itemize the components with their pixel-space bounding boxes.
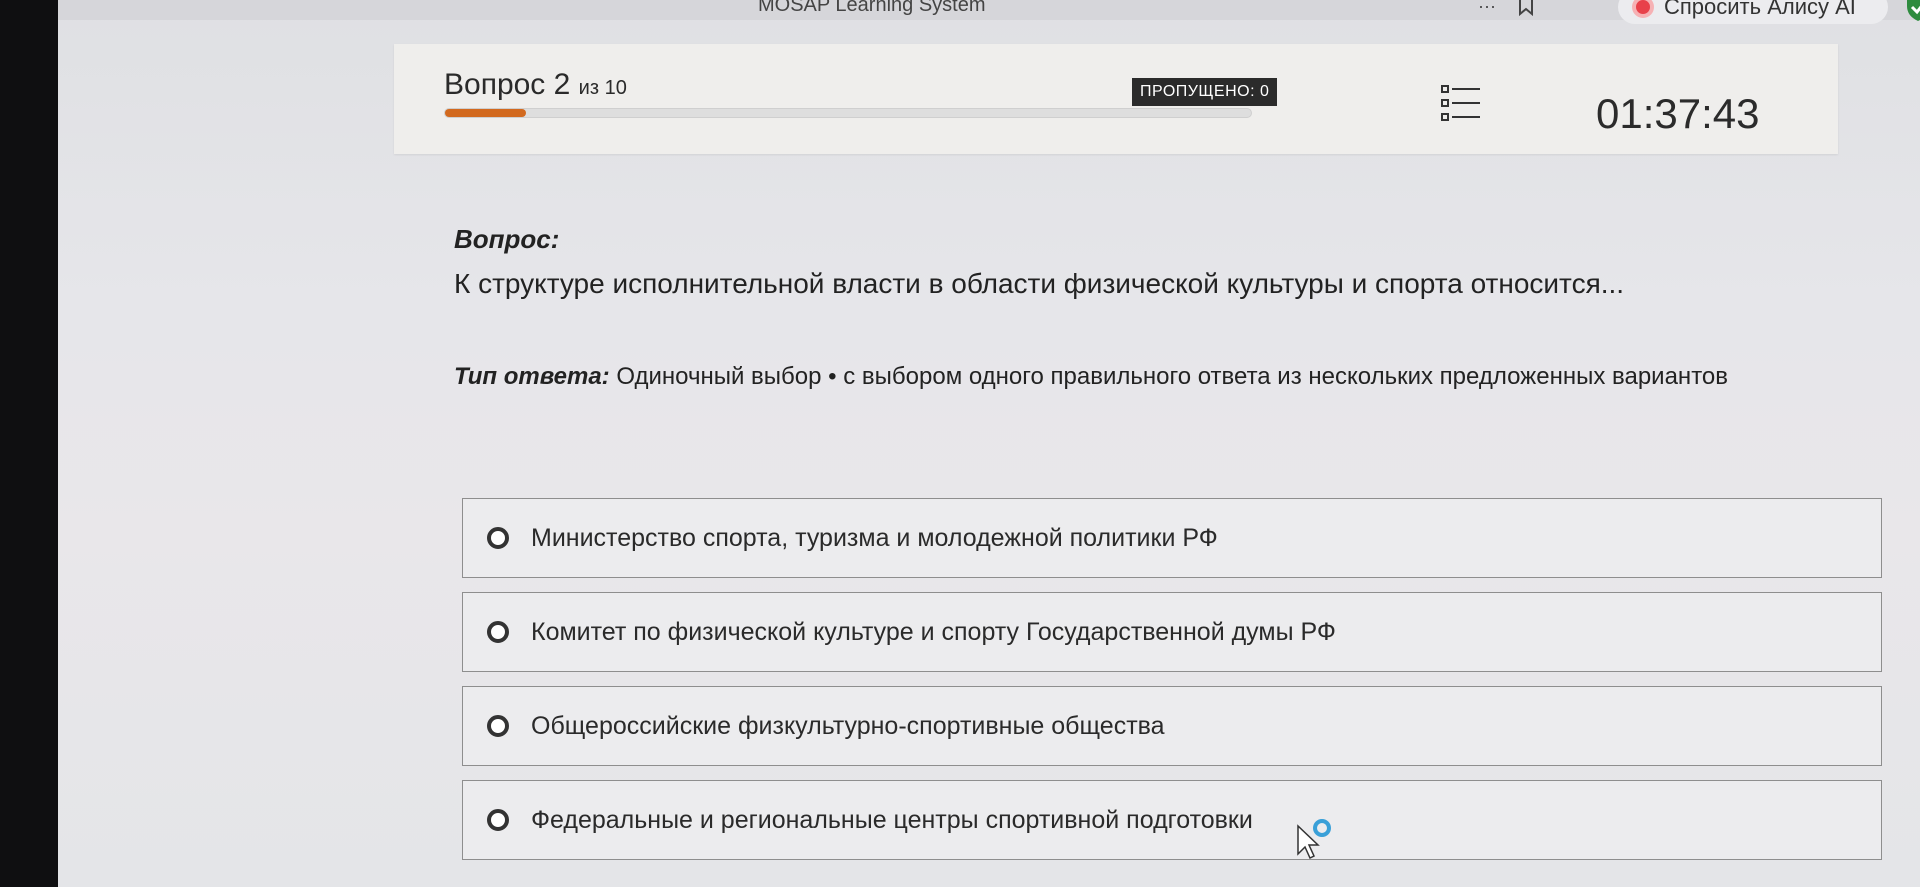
question-counter: Вопрос 2 из 10 (444, 68, 627, 102)
answer-type: Тип ответа: Одиночный выбор • с выбором … (454, 363, 1728, 391)
skipped-badge: ПРОПУЩЕНО: 0 (1132, 78, 1278, 106)
answer-option-label: Министерство спорта, туризма и молодежно… (531, 523, 1218, 552)
cursor-icon (1297, 819, 1331, 860)
answer-option-2[interactable]: Комитет по физической культуре и спорту … (462, 592, 1882, 672)
browser-tab-title: MOSAP Learning System (758, 0, 986, 16)
answer-type-label: Тип ответа: (454, 363, 610, 390)
countdown-timer: 01:37:43 (1596, 90, 1760, 137)
radio-icon[interactable] (487, 621, 509, 643)
question-text: К структуре исполнительной власти в обла… (454, 268, 1625, 299)
progress-bar (444, 108, 1252, 118)
bookmark-icon[interactable] (1518, 0, 1534, 16)
more-menu-icon[interactable]: ··· (1478, 0, 1496, 17)
alice-icon (1632, 0, 1654, 18)
question-list-icon[interactable] (1440, 82, 1484, 126)
radio-icon[interactable] (487, 527, 509, 549)
answer-option-label: Федеральные и региональные центры спорти… (531, 805, 1253, 834)
ask-alice-button[interactable]: Спросить Алису AI (1618, 0, 1888, 24)
screen: MOSAP Learning System ··· Спросить Алису… (58, 0, 1920, 887)
answer-option-1[interactable]: Министерство спорта, туризма и молодежно… (462, 498, 1882, 578)
radio-icon[interactable] (487, 809, 509, 831)
progress-bar-fill (445, 109, 526, 117)
question-total: из 10 (578, 77, 627, 99)
question-number: Вопрос 2 (444, 68, 571, 101)
question-heading: Вопрос: (454, 224, 560, 254)
answer-option-4[interactable]: Федеральные и региональные центры спорти… (462, 780, 1882, 860)
browser-toolbar: MOSAP Learning System ··· Спросить Алису… (58, 0, 1920, 24)
shield-icon[interactable] (1904, 0, 1920, 22)
quiz-header: Вопрос 2 из 10 ПРОПУЩЕНО: 0 01:37:43 (394, 44, 1838, 154)
answer-type-value: Одиночный выбор • с выбором одного прави… (616, 363, 1729, 390)
answer-option-label: Общероссийские физкультурно-спортивные о… (531, 711, 1165, 740)
answer-option-label: Комитет по физической культуре и спорту … (531, 617, 1336, 646)
radio-icon[interactable] (487, 715, 509, 737)
ask-alice-label: Спросить Алису AI (1664, 0, 1856, 19)
answer-option-3[interactable]: Общероссийские физкультурно-спортивные о… (462, 686, 1882, 766)
